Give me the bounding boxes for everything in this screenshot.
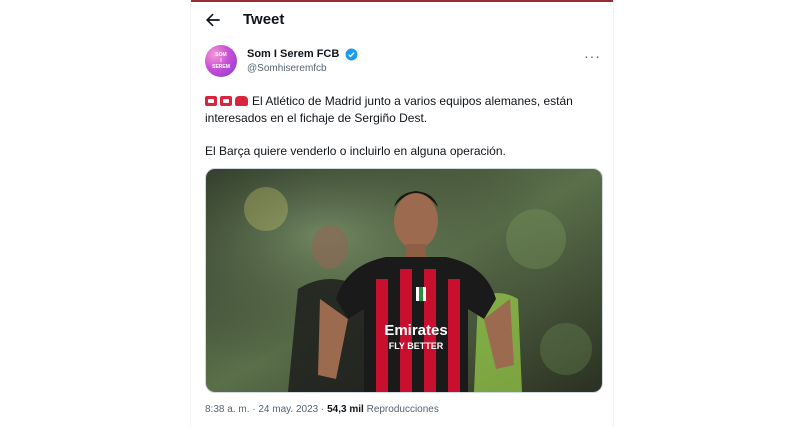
tweet-header: Tweet <box>191 4 613 36</box>
views-label: Reproducciones <box>363 404 439 415</box>
flag-emoji-icon <box>205 96 217 106</box>
player-photo: Emirates FLY BETTER <box>206 169 602 392</box>
shirt-sponsor: Emirates <box>384 322 447 339</box>
tweet-card: Tweet SOM I SEREM Som I Serem FCB @Somhi… <box>190 0 614 427</box>
top-accent-bar <box>191 0 613 2</box>
verified-badge-icon <box>345 48 358 61</box>
views-count: 54,3 mil <box>327 404 364 415</box>
tweet-time[interactable]: 8:38 a. m. <box>205 404 249 415</box>
author-name[interactable]: Som I Serem FCB <box>247 48 339 60</box>
flag-emoji-icon <box>220 96 232 106</box>
shirt-sponsor-sub: FLY BETTER <box>389 341 444 351</box>
page-title: Tweet <box>243 11 285 28</box>
avatar[interactable]: SOM I SEREM <box>205 45 237 77</box>
tweet-text-line1: El Atlético de Madrid junto a varios equ… <box>205 93 601 127</box>
avatar-text-3: SEREM <box>212 64 230 70</box>
more-horizontal-icon[interactable]: ··· <box>584 48 601 64</box>
telephone-emoji-icon <box>235 96 248 106</box>
arrow-left-icon[interactable] <box>203 10 223 30</box>
tweet-text-1: El Atlético de Madrid junto a varios equ… <box>205 94 573 125</box>
tweet-date[interactable]: 24 may. 2023 <box>258 404 318 415</box>
tweet-text-line2: El Barça quiere venderlo o incluirlo en … <box>205 144 506 158</box>
author-handle[interactable]: @Somhiseremfcb <box>247 63 327 74</box>
meta-separator-2: · <box>318 404 328 415</box>
tweet-media-photo[interactable]: Emirates FLY BETTER <box>205 168 603 393</box>
tweet-meta: 8:38 a. m. · 24 may. 2023 · 54,3 mil Rep… <box>205 404 439 415</box>
